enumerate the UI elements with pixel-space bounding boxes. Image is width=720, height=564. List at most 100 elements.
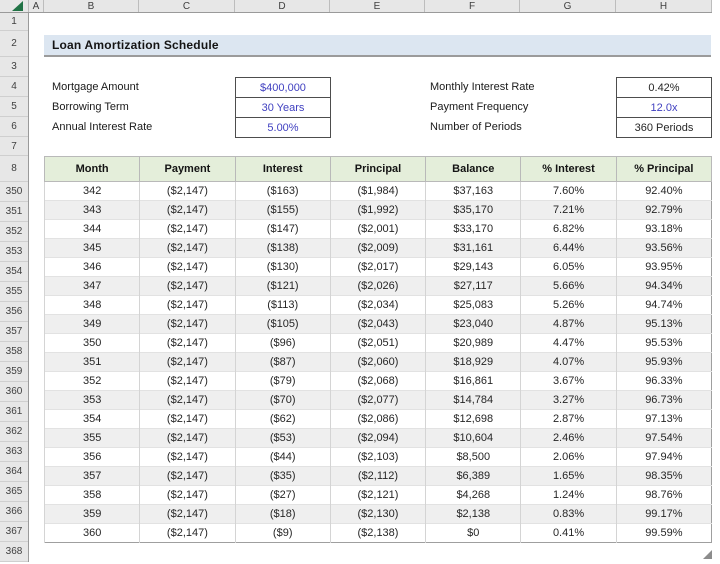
row-header-356[interactable]: 356 xyxy=(0,302,28,322)
cell[interactable]: ($155) xyxy=(235,201,330,220)
cell[interactable]: ($2,068) xyxy=(330,372,425,391)
cell[interactable]: 97.13% xyxy=(616,410,711,429)
input-left-label-0[interactable]: Mortgage Amount xyxy=(52,77,139,97)
cell[interactable]: ($2,103) xyxy=(330,448,425,467)
row-header-351[interactable]: 351 xyxy=(0,202,28,222)
column-header-cell-principal[interactable]: % Principal xyxy=(616,157,711,182)
cell[interactable]: ($2,147) xyxy=(140,467,235,486)
row-header-363[interactable]: 363 xyxy=(0,442,28,462)
cell[interactable]: $12,698 xyxy=(426,410,521,429)
cell[interactable]: $31,161 xyxy=(426,239,521,258)
cell[interactable]: 0.83% xyxy=(521,505,616,524)
cell[interactable]: 95.13% xyxy=(616,315,711,334)
cell[interactable]: $29,143 xyxy=(426,258,521,277)
row-header-2[interactable]: 2 xyxy=(0,31,28,57)
cell[interactable]: 360 xyxy=(45,524,140,543)
cell[interactable]: 97.94% xyxy=(616,448,711,467)
cell[interactable]: 358 xyxy=(45,486,140,505)
cell[interactable]: 6.44% xyxy=(521,239,616,258)
cell[interactable]: 351 xyxy=(45,353,140,372)
cell[interactable]: ($2,147) xyxy=(140,448,235,467)
cell[interactable]: ($96) xyxy=(235,334,330,353)
cell[interactable]: ($2,147) xyxy=(140,429,235,448)
cell[interactable]: 94.34% xyxy=(616,277,711,296)
row-header-355[interactable]: 355 xyxy=(0,282,28,302)
column-header-cell-payment[interactable]: Payment xyxy=(140,157,235,182)
row-header-7[interactable]: 7 xyxy=(0,137,28,156)
cell[interactable]: ($105) xyxy=(235,315,330,334)
cell[interactable]: 6.82% xyxy=(521,220,616,239)
cell[interactable]: ($62) xyxy=(235,410,330,429)
cell[interactable]: ($53) xyxy=(235,429,330,448)
cell[interactable]: $37,163 xyxy=(426,182,521,201)
row-header-8[interactable]: 8 xyxy=(0,156,28,182)
cell[interactable]: ($147) xyxy=(235,220,330,239)
cell[interactable]: 96.33% xyxy=(616,372,711,391)
column-header-A[interactable]: A xyxy=(29,0,44,12)
row-header-365[interactable]: 365 xyxy=(0,482,28,502)
row-header-358[interactable]: 358 xyxy=(0,342,28,362)
cell[interactable]: ($2,086) xyxy=(330,410,425,429)
cell[interactable]: 357 xyxy=(45,467,140,486)
cell[interactable]: $18,929 xyxy=(426,353,521,372)
cell[interactable]: 344 xyxy=(45,220,140,239)
cell[interactable]: ($2,147) xyxy=(140,353,235,372)
row-header-360[interactable]: 360 xyxy=(0,382,28,402)
row-header-350[interactable]: 350 xyxy=(0,182,28,202)
cell[interactable]: ($2,147) xyxy=(140,182,235,201)
cell[interactable]: 7.21% xyxy=(521,201,616,220)
cell[interactable]: ($163) xyxy=(235,182,330,201)
cell[interactable]: 93.56% xyxy=(616,239,711,258)
input-left-label-2[interactable]: Annual Interest Rate xyxy=(52,117,152,137)
row-header-362[interactable]: 362 xyxy=(0,422,28,442)
title-cell[interactable]: Loan Amortization Schedule xyxy=(44,35,711,57)
cell[interactable]: ($2,060) xyxy=(330,353,425,372)
row-header-361[interactable]: 361 xyxy=(0,402,28,422)
row-header-6[interactable]: 6 xyxy=(0,117,28,137)
input-right-label-1[interactable]: Payment Frequency xyxy=(430,97,528,117)
cell[interactable]: ($2,147) xyxy=(140,201,235,220)
cell[interactable]: ($2,130) xyxy=(330,505,425,524)
cell[interactable]: $6,389 xyxy=(426,467,521,486)
cell[interactable]: ($2,034) xyxy=(330,296,425,315)
cell[interactable]: 350 xyxy=(45,334,140,353)
cell[interactable]: ($2,147) xyxy=(140,391,235,410)
row-header-359[interactable]: 359 xyxy=(0,362,28,382)
input-right-label-2[interactable]: Number of Periods xyxy=(430,117,522,137)
column-header-G[interactable]: G xyxy=(520,0,616,12)
cell[interactable]: ($2,001) xyxy=(330,220,425,239)
cell[interactable]: ($2,051) xyxy=(330,334,425,353)
row-header-367[interactable]: 367 xyxy=(0,522,28,542)
cell[interactable]: 6.05% xyxy=(521,258,616,277)
column-header-F[interactable]: F xyxy=(425,0,520,12)
row-header-366[interactable]: 366 xyxy=(0,502,28,522)
cell[interactable]: $35,170 xyxy=(426,201,521,220)
cell[interactable]: ($2,147) xyxy=(140,277,235,296)
cell[interactable]: 4.47% xyxy=(521,334,616,353)
cell[interactable]: ($2,147) xyxy=(140,372,235,391)
cell[interactable]: 1.24% xyxy=(521,486,616,505)
input-right-value-box-1[interactable]: 12.0x xyxy=(616,97,712,118)
cell[interactable]: ($2,121) xyxy=(330,486,425,505)
cell[interactable]: ($2,147) xyxy=(140,410,235,429)
column-header-cell-interest[interactable]: % Interest xyxy=(521,157,616,182)
select-all-corner[interactable] xyxy=(0,0,29,12)
cell[interactable]: $20,989 xyxy=(426,334,521,353)
cell[interactable]: 348 xyxy=(45,296,140,315)
cell[interactable]: ($79) xyxy=(235,372,330,391)
column-header-cell-principal[interactable]: Principal xyxy=(330,157,425,182)
row-header-354[interactable]: 354 xyxy=(0,262,28,282)
cell[interactable]: 96.73% xyxy=(616,391,711,410)
cell[interactable]: 4.87% xyxy=(521,315,616,334)
row-header-364[interactable]: 364 xyxy=(0,462,28,482)
cell[interactable]: $16,861 xyxy=(426,372,521,391)
cell[interactable]: 353 xyxy=(45,391,140,410)
cell[interactable]: 349 xyxy=(45,315,140,334)
cell[interactable]: ($2,017) xyxy=(330,258,425,277)
cell[interactable]: 2.06% xyxy=(521,448,616,467)
column-header-H[interactable]: H xyxy=(616,0,712,12)
column-header-cell-interest[interactable]: Interest xyxy=(235,157,330,182)
cell[interactable]: ($87) xyxy=(235,353,330,372)
cell[interactable]: 346 xyxy=(45,258,140,277)
cell[interactable]: $33,170 xyxy=(426,220,521,239)
